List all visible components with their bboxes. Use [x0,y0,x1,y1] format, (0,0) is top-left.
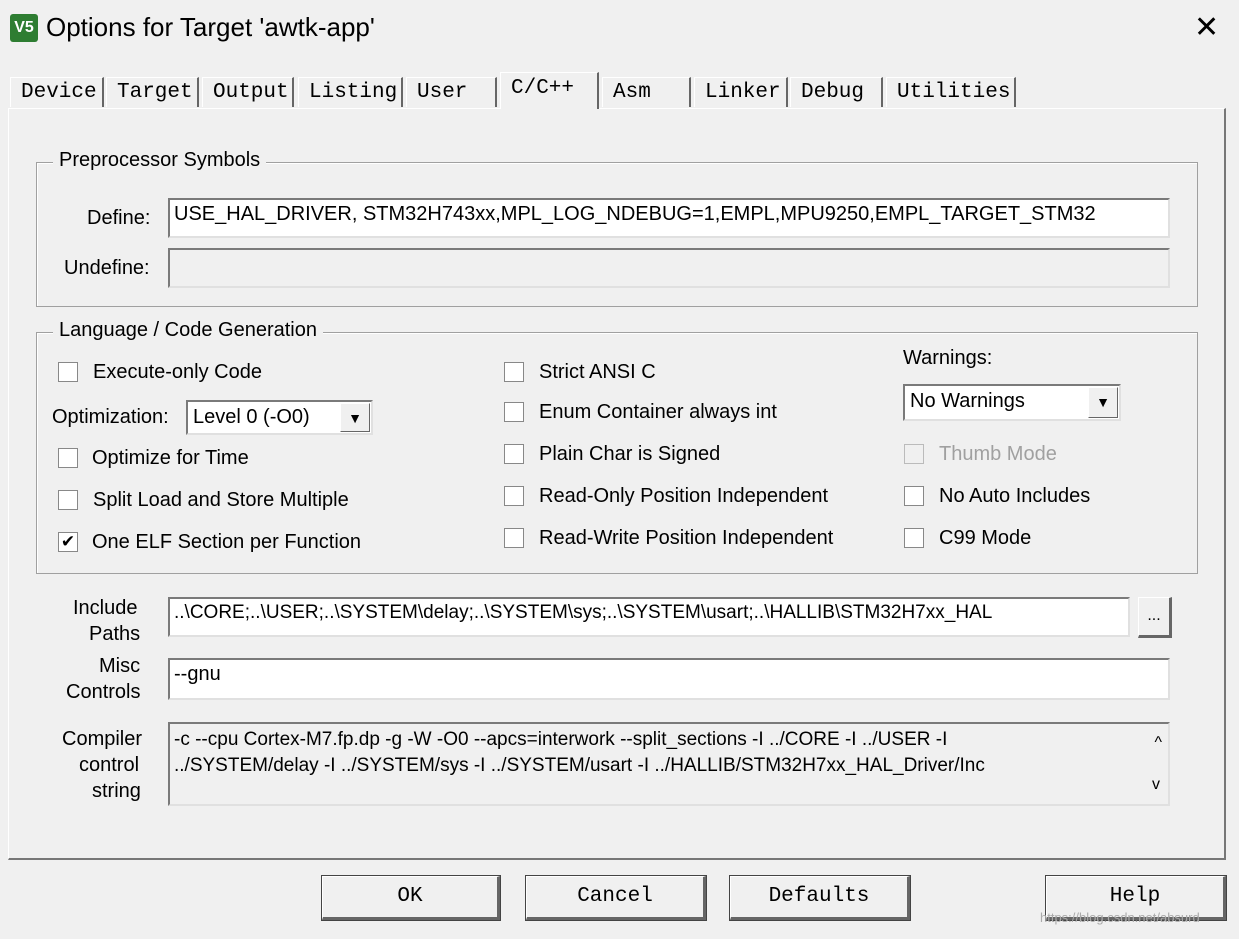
ok-button[interactable]: OK [321,875,501,921]
misc-label: Misc [99,655,141,677]
strict-ansi-label: Strict ANSI C [539,361,656,383]
include-paths-input[interactable]: ..\CORE;..\USER;..\SYSTEM\delay;..\SYSTE… [168,597,1130,637]
plain-char-checkbox[interactable] [504,444,524,464]
tab-output[interactable]: Output [202,77,294,107]
tab-listing[interactable]: Listing [298,77,403,107]
strict-ansi-checkbox[interactable] [504,362,524,382]
tab-device[interactable]: Device [10,77,104,107]
no-auto-includes-checkbox[interactable] [904,486,924,506]
c99-mode-label: C99 Mode [939,527,1032,549]
tab-user[interactable]: User [406,77,497,107]
enum-container-label: Enum Container always int [539,401,777,423]
optimization-label: Optimization: [52,406,169,428]
optimize-time-label: Optimize for Time [92,447,249,469]
rwpi-label: Read-Write Position Independent [539,527,834,549]
tab-asm[interactable]: Asm [602,77,691,107]
tab-debug[interactable]: Debug [790,77,883,107]
optimize-time-checkbox[interactable] [58,448,78,468]
undefine-label: Undefine: [64,257,150,279]
warnings-select[interactable]: No Warnings ▼ [903,384,1121,421]
misc-label-2: Controls [66,681,141,703]
preprocessor-title: Preprocessor Symbols [53,149,267,172]
rwpi-checkbox[interactable] [504,528,524,548]
misc-controls-input[interactable]: --gnu [168,658,1170,700]
chevron-down-icon[interactable]: ▼ [340,403,370,432]
plain-char-label: Plain Char is Signed [539,443,721,465]
optimization-value: Level 0 (-O0) [193,406,310,428]
define-label: Define: [87,207,151,229]
compiler-label-2: control [79,754,140,776]
app-logo: V5 [10,14,38,42]
tab-linker[interactable]: Linker [694,77,788,107]
tab-utilities[interactable]: Utilities [886,77,1016,107]
optimization-select[interactable]: Level 0 (-O0) ▼ [186,400,373,435]
window-title: Options for Target 'awtk-app' [46,12,375,42]
compiler-control-string: -c --cpu Cortex-M7.fp.dp -g -W -O0 --apc… [168,722,1170,806]
compiler-label: Compiler [62,728,143,750]
chevron-down-icon[interactable]: ▼ [1088,387,1118,418]
include-label-2: Paths [89,623,141,645]
compiler-line-2: ../SYSTEM/delay -I ../SYSTEM/sys -I ../S… [174,755,985,776]
thumb-mode-label: Thumb Mode [939,443,1057,465]
ropi-checkbox[interactable] [504,486,524,506]
compiler-label-3: string [92,780,141,802]
undefine-input[interactable] [168,248,1170,288]
split-load-label: Split Load and Store Multiple [93,489,349,511]
scroll-up-icon[interactable]: ^ [1154,730,1162,756]
close-icon[interactable]: ✕ [1194,10,1219,45]
enum-container-checkbox[interactable] [504,402,524,422]
cancel-button[interactable]: Cancel [525,875,707,921]
browse-include-button[interactable]: ... [1138,597,1172,638]
execute-only-label: Execute-only Code [93,361,262,383]
ropi-label: Read-Only Position Independent [539,485,829,507]
c99-mode-checkbox[interactable] [904,528,924,548]
tab-target[interactable]: Target [106,77,199,107]
execute-only-checkbox[interactable] [58,362,78,382]
language-title: Language / Code Generation [53,319,323,342]
include-label: Include [73,597,138,619]
watermark: https://blog.csdn.net/absurd [1040,910,1200,925]
split-load-checkbox[interactable] [58,490,78,510]
warnings-label: Warnings: [903,347,993,369]
one-elf-label: One ELF Section per Function [92,531,362,553]
thumb-mode-checkbox [904,444,924,464]
define-input[interactable]: USE_HAL_DRIVER, STM32H743xx,MPL_LOG_NDEB… [168,198,1170,238]
warnings-value: No Warnings [910,390,1025,412]
one-elf-checkbox[interactable]: ✔ [58,532,78,552]
scroll-down-icon[interactable]: v [1152,772,1160,798]
tab-cpp[interactable]: C/C++ [500,72,599,109]
defaults-button[interactable]: Defaults [729,875,911,921]
compiler-line-1: -c --cpu Cortex-M7.fp.dp -g -W -O0 --apc… [174,729,948,750]
no-auto-includes-label: No Auto Includes [939,485,1091,507]
